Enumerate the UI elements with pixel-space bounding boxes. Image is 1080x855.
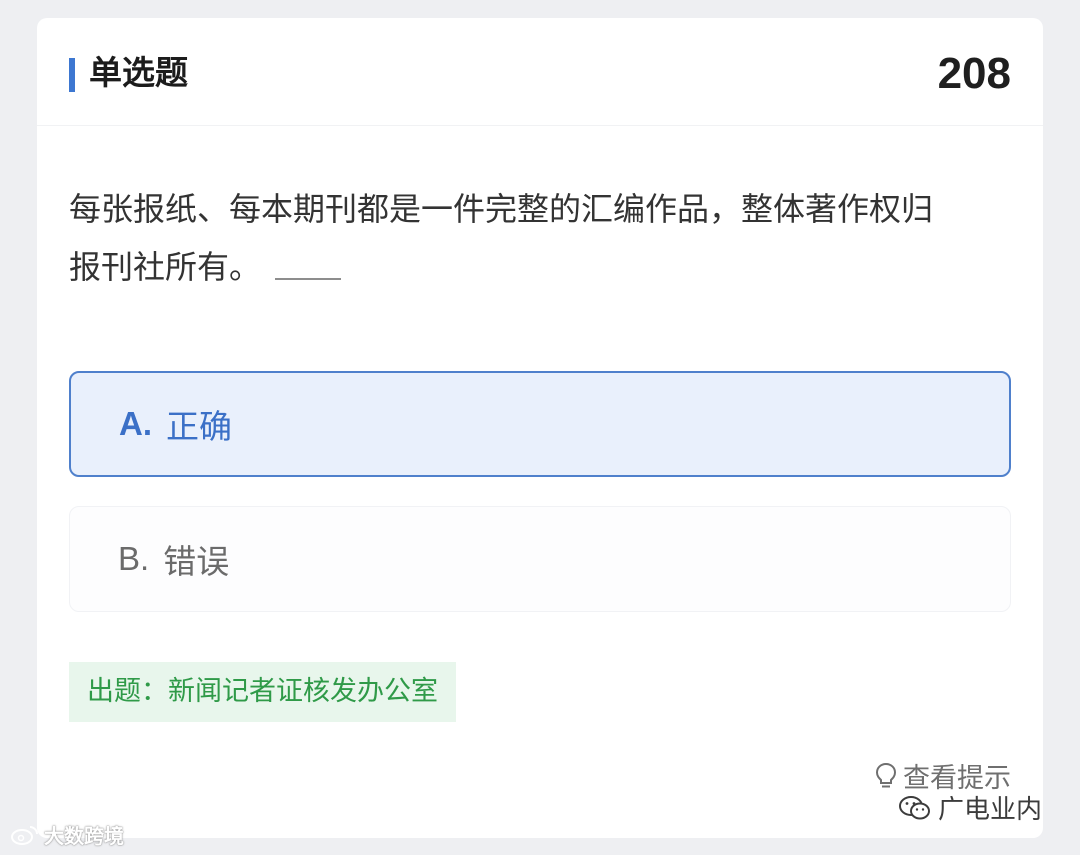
option-a-label: 正确	[166, 407, 232, 446]
weibo-watermark-text: 大数跨境	[44, 824, 124, 848]
source-tag: 出题：新闻记者证核发办公室	[69, 662, 456, 722]
option-b-label: 错误	[163, 542, 230, 581]
question-line-1: 每张报纸、每本期刊都是一件完整的汇编作品，整体著作权归	[69, 190, 934, 228]
weibo-watermark: 大数跨境	[10, 820, 124, 849]
lightbulb-icon	[875, 762, 897, 787]
question-text: 每张报纸、每本期刊都是一件完整的汇编作品，整体著作权归 报刊社所有。	[69, 180, 1019, 296]
question-type-title: 单选题	[89, 53, 188, 92]
question-card: 单选题 208 每张报纸、每本期刊都是一件完整的汇编作品，整体著作权归 报刊社所…	[37, 18, 1043, 838]
wechat-icon	[899, 795, 930, 819]
wechat-watermark: 广电业内	[898, 789, 1042, 826]
option-a-letter: A.	[119, 405, 152, 442]
option-a-button[interactable]: A. 正确	[69, 371, 1011, 477]
question-line-2-text: 报刊社所有。	[69, 248, 262, 286]
option-b-button[interactable]: B. 错误	[69, 506, 1011, 612]
title-accent-bar	[69, 58, 75, 92]
option-b-letter: B.	[118, 540, 150, 577]
weibo-icon	[11, 825, 38, 845]
card-header: 单选题 208	[37, 18, 1043, 126]
question-line-2: 报刊社所有。	[69, 238, 1019, 296]
question-number: 208	[937, 49, 1011, 98]
wechat-watermark-text: 广电业内	[938, 795, 1043, 825]
answer-blank	[275, 278, 342, 280]
